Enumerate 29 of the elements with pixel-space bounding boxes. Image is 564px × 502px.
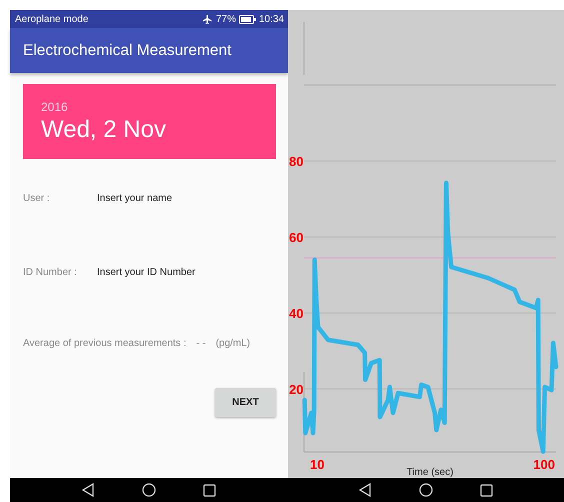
x-tick-label: 100 <box>533 457 555 472</box>
y-tick-label: 80 <box>289 154 304 169</box>
field-label: ID Number : <box>23 266 78 278</box>
average-label: Average of previous measurements : <box>23 338 186 349</box>
app-title: Electrochemical Measurement <box>23 42 232 60</box>
input-field[interactable]: Insert your name <box>97 190 267 206</box>
back-icon[interactable] <box>358 483 372 497</box>
y-tick-label: 60 <box>289 230 304 245</box>
clock: 10:34 <box>258 14 284 24</box>
recents-icon[interactable] <box>480 484 493 496</box>
battery-percent: 77% <box>216 14 236 24</box>
status-text: Aeroplane mode <box>15 14 88 24</box>
y-tick-label: 20 <box>289 382 304 397</box>
y-tick-label: 40 <box>289 306 304 321</box>
home-icon[interactable] <box>419 483 433 497</box>
input-field[interactable]: Insert your ID Number <box>97 264 267 280</box>
next-button[interactable]: NEXT <box>215 388 276 417</box>
year-text: 2016 <box>41 100 69 114</box>
back-icon[interactable] <box>81 483 95 497</box>
battery-icon <box>238 14 256 24</box>
x-axis-title: Time (sec) <box>406 467 454 478</box>
x-tick-label: 10 <box>310 457 324 472</box>
unit-label: (pg/mL) <box>216 338 250 349</box>
average-value: - - <box>196 338 206 349</box>
airplane-icon <box>202 14 213 24</box>
field-label: User : <box>23 192 51 204</box>
home-icon[interactable] <box>142 483 156 497</box>
recents-icon[interactable] <box>203 484 216 496</box>
date-text: Wed, 2 Nov <box>41 116 167 144</box>
